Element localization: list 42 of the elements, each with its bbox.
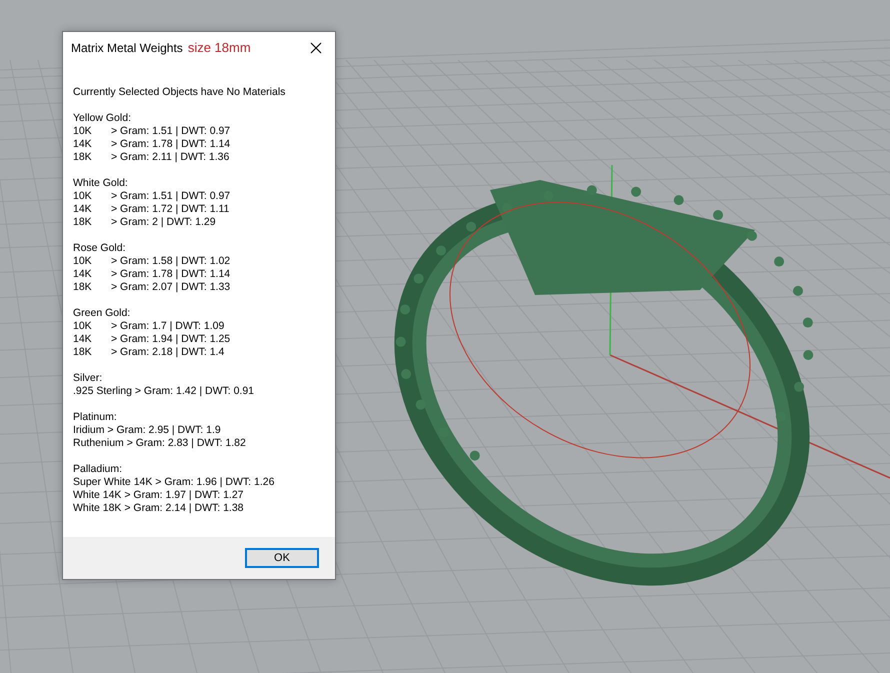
karat-label: 14K [73, 268, 93, 281]
karat-label: 18K [73, 151, 93, 164]
status-message: Currently Selected Objects have No Materials [73, 86, 286, 99]
weight-value: > Gram: 1.51 | DWT: 0.97 [111, 125, 230, 138]
weight-value: > Gram: 1.94 | DWT: 1.25 [111, 333, 230, 346]
weight-value: > Gram: 1.7 | DWT: 1.09 [111, 320, 224, 333]
metal-heading: Yellow Gold: [73, 112, 132, 125]
weight-value: > Gram: 1.78 | DWT: 1.14 [111, 268, 230, 281]
size-note: size 18mm [188, 40, 251, 55]
karat-label: 10K [73, 190, 93, 203]
weight-line: White 18K > Gram: 2.14 | DWT: 1.38 [73, 502, 245, 515]
ok-button[interactable]: OK [245, 548, 319, 568]
metal-heading: Silver: [73, 372, 104, 385]
weight-value: > Gram: 2.18 | DWT: 1.4 [111, 346, 224, 359]
weight-value: > Gram: 1.72 | DWT: 1.11 [111, 203, 230, 216]
weight-line: Super White 14K > Gram: 1.96 | DWT: 1.26 [73, 476, 276, 489]
metal-heading: Palladium: [73, 463, 124, 476]
weight-value: > Gram: 1.78 | DWT: 1.14 [111, 138, 230, 151]
dialog-title: Matrix Metal Weights [71, 40, 183, 54]
karat-label: 14K [73, 333, 93, 346]
weight-value: > Gram: 2.07 | DWT: 1.33 [111, 281, 230, 294]
weight-line: .925 Sterling > Gram: 1.42 | DWT: 0.91 [73, 385, 256, 398]
karat-label: 18K [73, 216, 93, 229]
weight-value: > Gram: 1.51 | DWT: 0.97 [111, 190, 230, 203]
close-icon [310, 42, 322, 54]
weight-line: White 14K > Gram: 1.97 | DWT: 1.27 [73, 489, 245, 502]
metal-heading: Rose Gold: [73, 242, 127, 255]
weight-value: > Gram: 2 | DWT: 1.29 [111, 216, 216, 229]
karat-label: 14K [73, 138, 93, 151]
karat-label: 10K [73, 125, 93, 138]
weight-value: > Gram: 2.11 | DWT: 1.36 [111, 151, 230, 164]
metal-heading: Green Gold: [73, 307, 132, 320]
karat-label: 18K [73, 346, 93, 359]
weight-line: Ruthenium > Gram: 2.83 | DWT: 1.82 [73, 437, 247, 450]
karat-label: 14K [73, 203, 93, 216]
karat-label: 10K [73, 255, 93, 268]
karat-label: 10K [73, 320, 93, 333]
metal-heading: Platinum: [73, 411, 118, 424]
karat-label: 18K [73, 281, 93, 294]
weight-line: Iridium > Gram: 2.95 | DWT: 1.9 [73, 424, 222, 437]
metal-heading: White Gold: [73, 177, 129, 190]
weight-value: > Gram: 1.58 | DWT: 1.02 [111, 255, 230, 268]
